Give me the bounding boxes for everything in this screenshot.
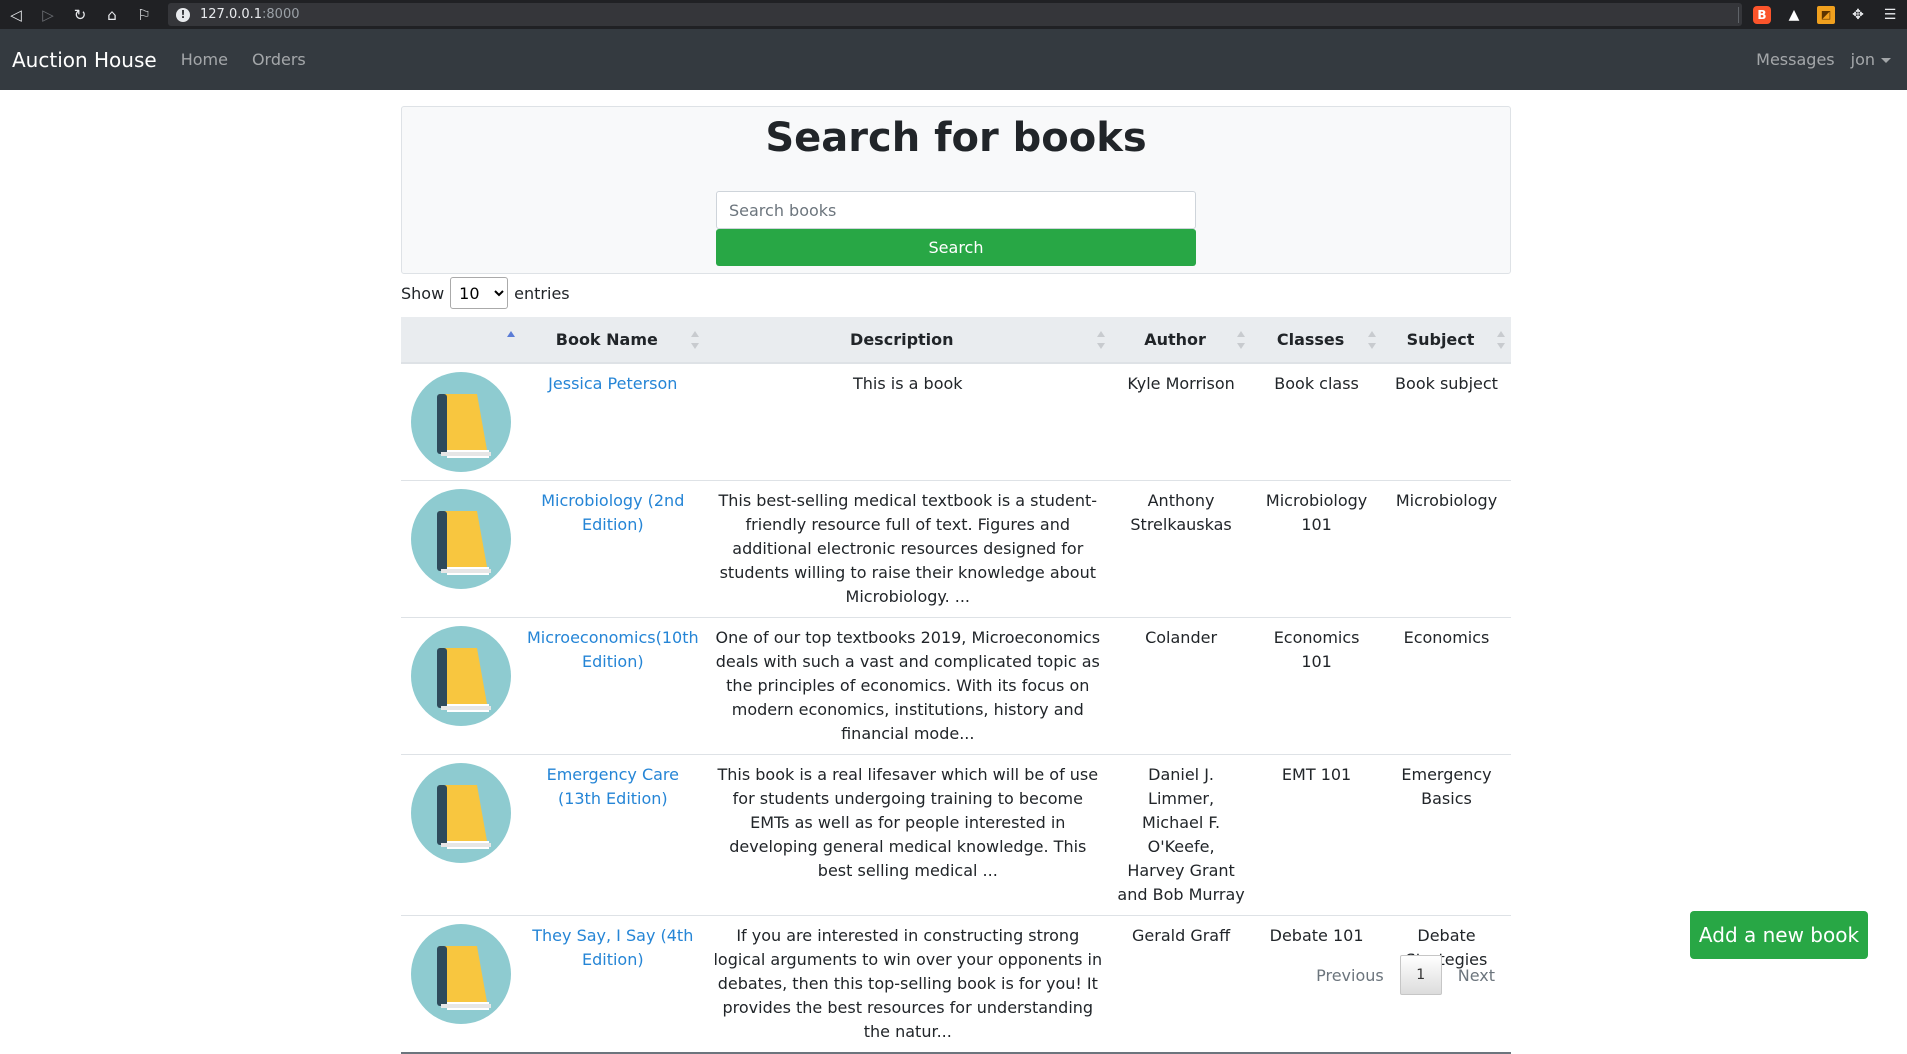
menu-icon[interactable]: ☰ xyxy=(1881,6,1899,24)
column-header-classes[interactable]: Classes xyxy=(1251,317,1382,364)
site-info-icon[interactable]: ! xyxy=(176,7,190,22)
author-cell: Anthony Strelkauskas xyxy=(1110,480,1252,618)
subject-cell: Emergency Basics xyxy=(1382,754,1511,916)
description-cell: This best-selling medical textbook is a … xyxy=(704,480,1111,618)
search-button[interactable]: Search xyxy=(716,229,1196,266)
sort-icon xyxy=(1497,331,1505,349)
book-icon xyxy=(411,763,511,863)
book-link[interactable]: They Say, I Say (4th Edition) xyxy=(532,926,693,969)
back-icon[interactable]: ◁ xyxy=(0,0,32,29)
book-icon xyxy=(411,372,511,472)
sort-icon xyxy=(690,331,699,349)
search-input[interactable] xyxy=(716,191,1196,229)
home-icon[interactable]: ⌂ xyxy=(96,0,128,29)
author-cell: Gerald Graff xyxy=(1110,915,1252,1054)
book-name-cell: Jessica Peterson xyxy=(521,362,705,481)
book-link[interactable]: Microeconomics(10th Edition) xyxy=(527,628,699,671)
sort-icon xyxy=(1368,331,1376,349)
book-icon xyxy=(411,924,511,1024)
page-1-button[interactable]: 1 xyxy=(1399,955,1442,995)
sort-icon xyxy=(1237,331,1246,349)
books-table: Book Name Description Author Classes Sub… xyxy=(401,317,1511,1054)
subject-cell: Economics xyxy=(1382,617,1511,755)
extension-icon[interactable]: ◩ xyxy=(1817,5,1835,24)
user-name: jon xyxy=(1850,50,1875,69)
author-cell: Colander xyxy=(1110,617,1252,755)
table-header-row: Book Name Description Author Classes Sub… xyxy=(401,317,1511,364)
subject-cell: Book subject xyxy=(1382,362,1511,481)
book-name-cell: Microbiology (2nd Edition) xyxy=(521,480,705,618)
book-image-cell xyxy=(401,480,521,618)
table-row: Jessica Peterson This is a book Kyle Mor… xyxy=(401,362,1511,481)
add-new-book-button[interactable]: Add a new book xyxy=(1690,911,1868,959)
nav-orders[interactable]: Orders xyxy=(252,50,306,69)
next-page-button[interactable]: Next xyxy=(1442,966,1511,985)
nav-messages[interactable]: Messages xyxy=(1756,50,1834,69)
sort-icon xyxy=(1096,331,1105,349)
book-image-cell xyxy=(401,362,521,481)
column-header-image[interactable] xyxy=(401,317,521,364)
app-navbar: Auction House Home Orders Messages jon xyxy=(0,29,1907,90)
table-row: Microbiology (2nd Edition) This best-sel… xyxy=(401,480,1511,618)
book-name-cell: They Say, I Say (4th Edition) xyxy=(521,915,705,1054)
url-host: 127.0.0.1 xyxy=(200,7,263,22)
entries-length-control: Show 10 entries xyxy=(401,277,570,309)
page-title: Search for books xyxy=(765,115,1147,161)
address-bar[interactable]: ! 127.0.0.1:8000 xyxy=(168,3,1742,26)
brand-link[interactable]: Auction House xyxy=(12,48,157,72)
column-header-description[interactable]: Description xyxy=(704,317,1111,364)
description-cell: This is a book xyxy=(704,362,1111,481)
book-image-cell xyxy=(401,754,521,916)
subject-cell: Microbiology xyxy=(1382,480,1511,618)
caret-down-icon xyxy=(1881,58,1891,63)
brave-rewards-icon[interactable]: ▲ xyxy=(1785,6,1803,24)
book-link[interactable]: Jessica Peterson xyxy=(548,374,677,393)
browser-toolbar: ◁ ▷ ↻ ⌂ ⚐ ! 127.0.0.1:8000 B ▲ ◩ ✥ ☰ xyxy=(0,0,1907,29)
description-cell: If you are interested in constructing st… xyxy=(704,915,1111,1054)
reload-icon[interactable]: ↻ xyxy=(64,0,96,29)
url-port: :8000 xyxy=(262,7,300,22)
nav-home[interactable]: Home xyxy=(181,50,228,69)
pagination: Previous 1 Next xyxy=(1300,955,1511,995)
puzzle-icon[interactable]: ✥ xyxy=(1849,6,1867,24)
author-cell: Kyle Morrison xyxy=(1110,362,1252,481)
divider xyxy=(1738,6,1739,23)
column-header-subject[interactable]: Subject xyxy=(1382,317,1511,364)
book-icon xyxy=(411,489,511,589)
table-row: Microeconomics(10th Edition) One of our … xyxy=(401,617,1511,755)
book-link[interactable]: Emergency Care (13th Edition) xyxy=(547,765,679,808)
classes-cell: Economics 101 xyxy=(1251,617,1382,755)
table-row: Emergency Care (13th Edition) This book … xyxy=(401,754,1511,916)
column-header-book-name[interactable]: Book Name xyxy=(521,317,705,364)
extensions-area: B ▲ ◩ ✥ ☰ xyxy=(1738,0,1899,29)
bookmark-icon[interactable]: ⚐ xyxy=(128,0,160,29)
forward-icon[interactable]: ▷ xyxy=(32,0,64,29)
book-link[interactable]: Microbiology (2nd Edition) xyxy=(541,491,684,534)
classes-cell: Microbiology 101 xyxy=(1251,480,1382,618)
book-image-cell xyxy=(401,617,521,755)
book-image-cell xyxy=(401,915,521,1054)
previous-page-button[interactable]: Previous xyxy=(1300,966,1400,985)
book-name-cell: Emergency Care (13th Edition) xyxy=(521,754,705,916)
author-cell: Daniel J. Limmer, Michael F. O'Keefe, Ha… xyxy=(1110,754,1252,916)
user-dropdown[interactable]: jon xyxy=(1851,50,1891,69)
nav-right: Messages jon xyxy=(1756,29,1891,90)
column-header-author[interactable]: Author xyxy=(1110,317,1252,364)
classes-cell: Book class xyxy=(1251,362,1382,481)
book-icon xyxy=(411,626,511,726)
search-panel: Search for books Search xyxy=(401,106,1511,274)
classes-cell: EMT 101 xyxy=(1251,754,1382,916)
entries-label: entries xyxy=(514,283,570,303)
brave-shields-icon[interactable]: B xyxy=(1753,5,1771,24)
show-label: Show xyxy=(401,283,445,303)
sort-asc-icon xyxy=(507,331,515,349)
description-cell: This book is a real lifesaver which will… xyxy=(704,754,1111,916)
book-name-cell: Microeconomics(10th Edition) xyxy=(521,617,705,755)
description-cell: One of our top textbooks 2019, Microecon… xyxy=(704,617,1111,755)
entries-select[interactable]: 10 xyxy=(450,277,509,309)
